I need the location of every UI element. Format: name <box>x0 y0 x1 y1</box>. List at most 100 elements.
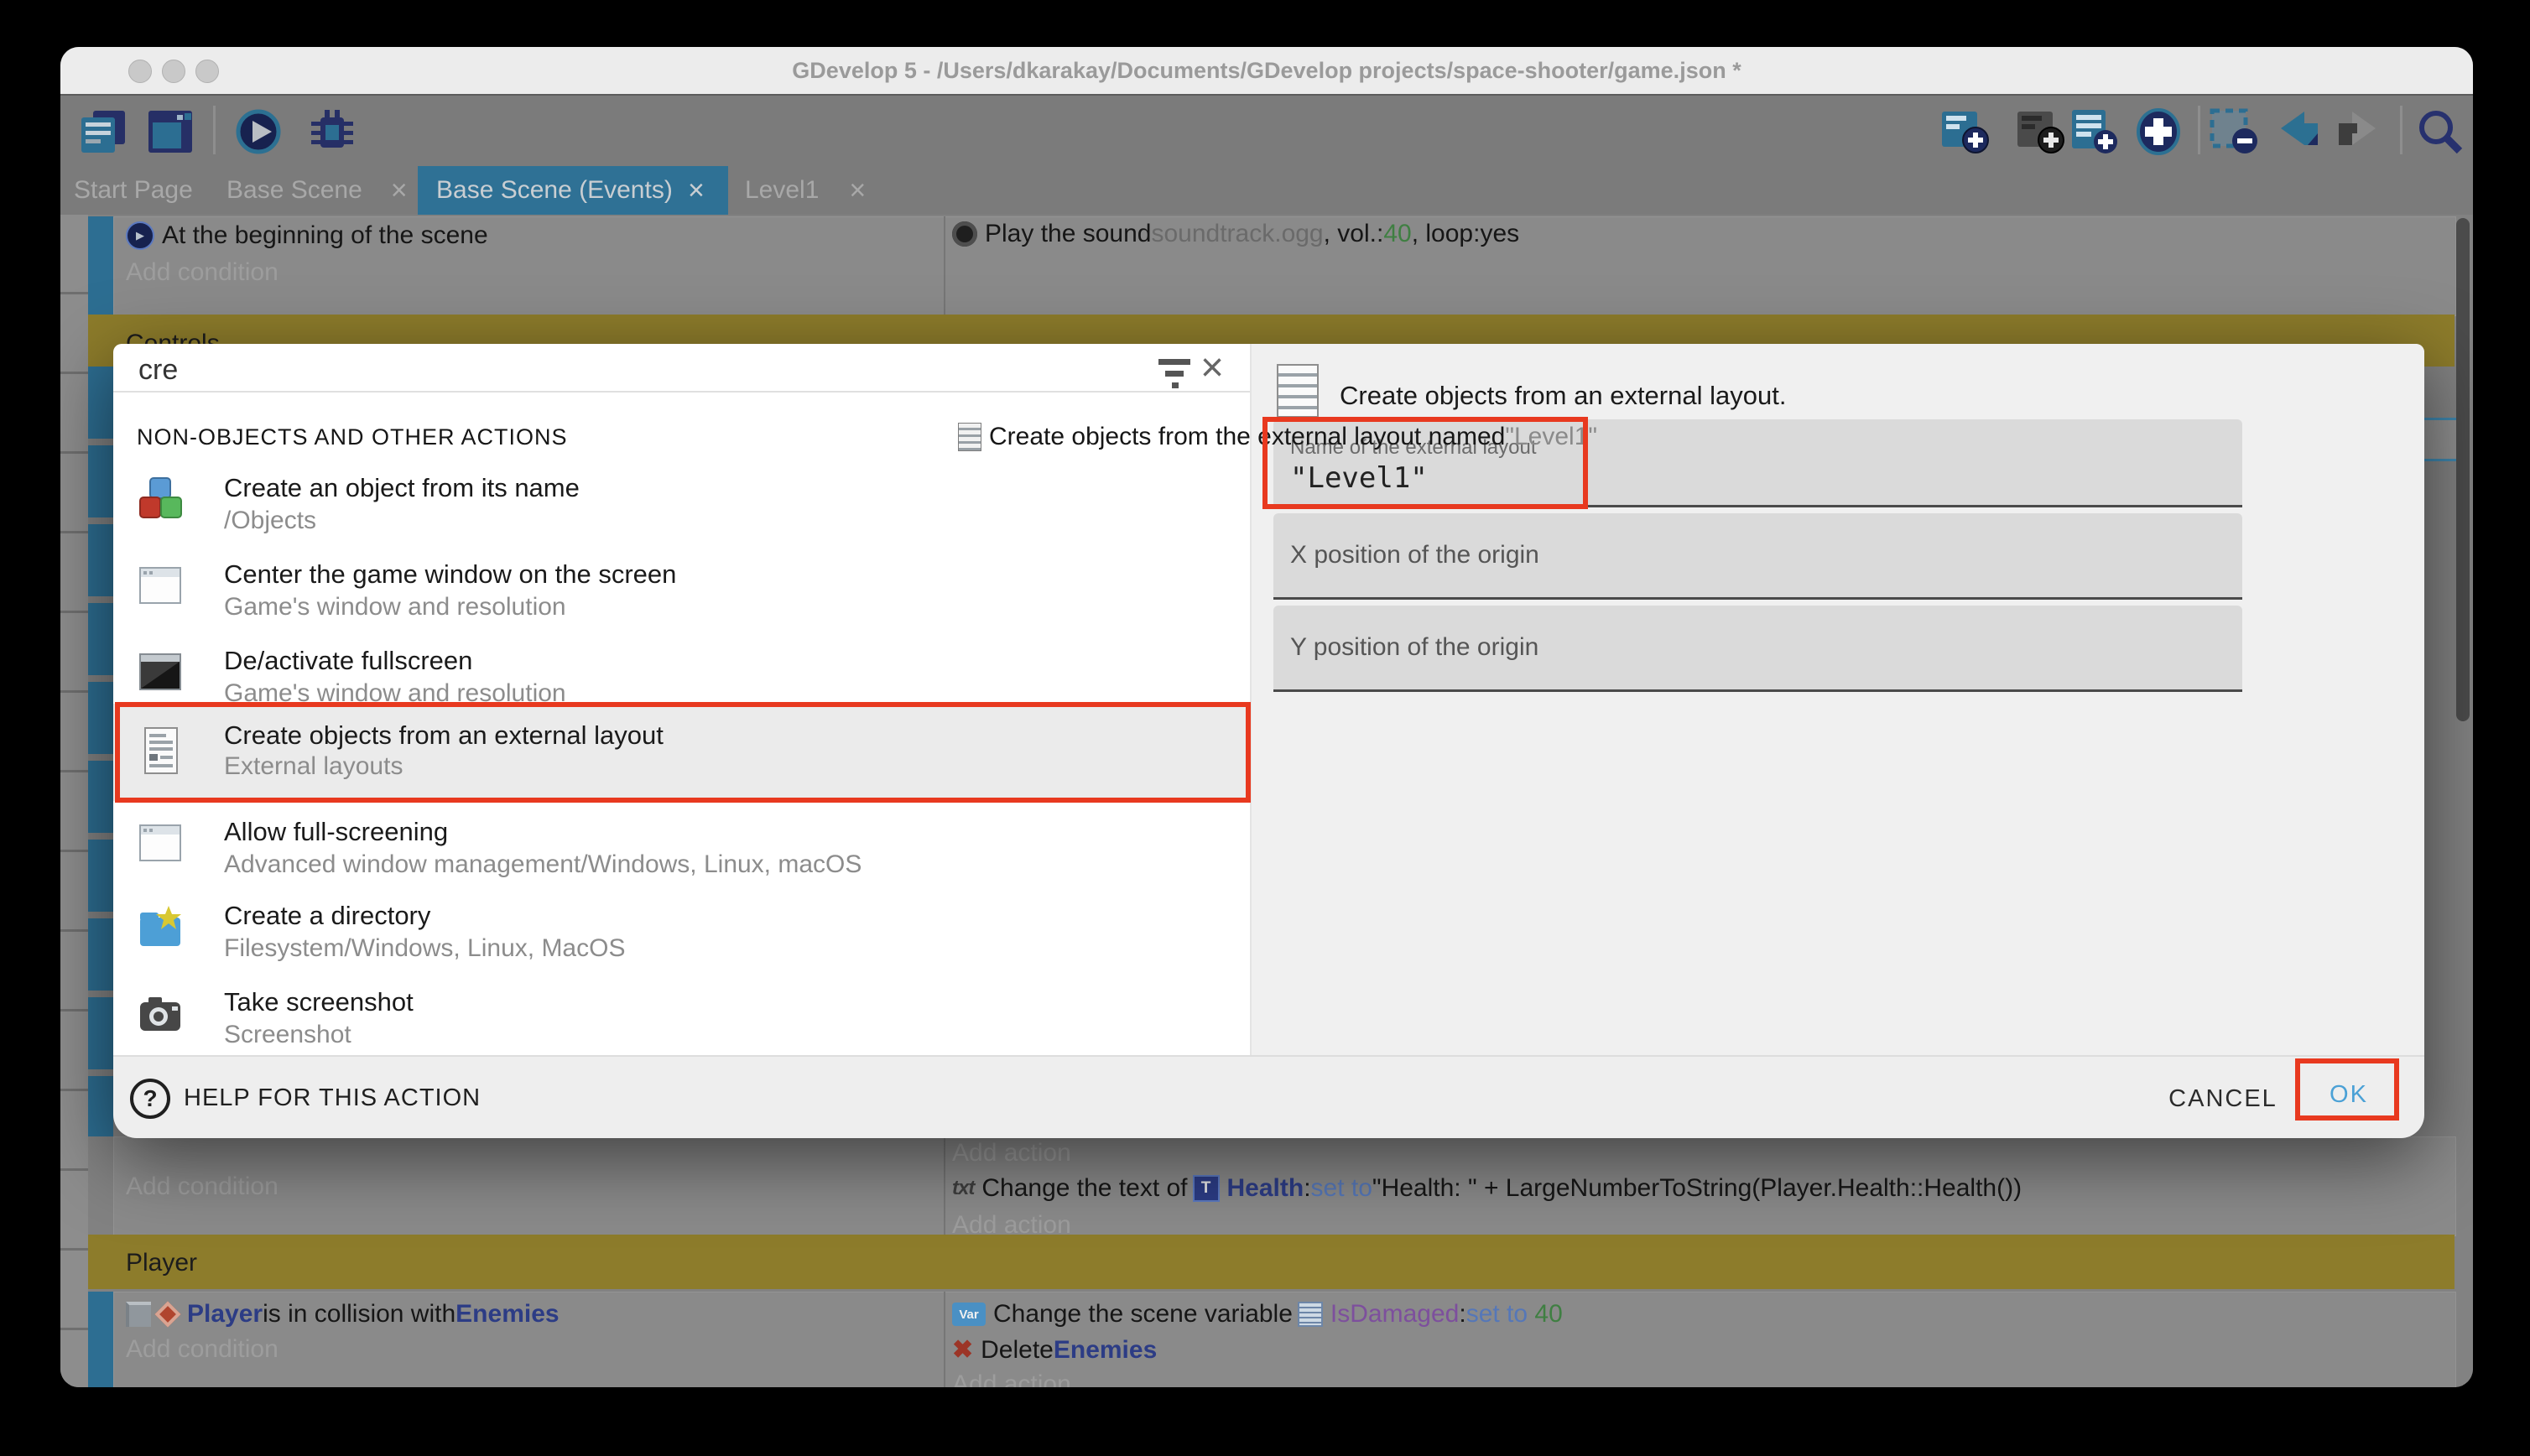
debug-icon[interactable] <box>305 107 357 156</box>
collision-mark-icon <box>154 1301 180 1327</box>
list-item-center-window[interactable]: Center the game window on the screen Gam… <box>113 548 1250 632</box>
tab-label: Start Page <box>74 176 193 204</box>
condition-action-divider <box>944 1292 945 1387</box>
tab-base-scene[interactable]: Base Scene × <box>226 166 408 215</box>
add-comment-icon[interactable] <box>2069 107 2121 156</box>
scrollbar-thumb[interactable] <box>2456 218 2470 721</box>
delete-icon: ✖ <box>952 1335 973 1365</box>
tab-close-icon[interactable]: × <box>688 166 705 215</box>
tab-close-icon[interactable]: × <box>849 166 866 215</box>
add-action-link[interactable]: Add action <box>952 1139 1071 1167</box>
field-placeholder: X position of the origin <box>1290 513 1539 597</box>
tab-level1[interactable]: Level1 × <box>745 166 866 215</box>
toolbar-separator <box>213 106 216 154</box>
fullscreen-icon <box>137 647 184 694</box>
expression-value: "Health: " + LargeNumberToString(Player.… <box>1372 1174 2022 1203</box>
add-instruction-icon[interactable] <box>2132 107 2184 156</box>
add-action-label: Add action <box>952 1139 1071 1167</box>
external-layout-icon <box>1277 364 1319 418</box>
screenshot-root: GDevelop 5 - /Users/dkarakay/Documents/G… <box>0 0 2530 1456</box>
tab-label: Level1 <box>745 166 819 215</box>
annotation-ok-button <box>2295 1058 2399 1121</box>
action-text: Delete <box>981 1336 1054 1365</box>
scene-editor-icon[interactable] <box>144 107 196 156</box>
action-text: , loop: <box>1412 220 1481 248</box>
action-title: Create objects from an external layout. <box>1340 381 1786 411</box>
play-icon[interactable] <box>232 107 284 156</box>
variable-value: 40 <box>1534 1300 1562 1329</box>
item-subtitle: Filesystem/Windows, Linux, MacOS <box>224 934 625 963</box>
add-action-link[interactable]: Add action <box>952 1370 1071 1387</box>
condition-action-divider <box>944 1136 945 1235</box>
volume-value: 40 <box>1383 220 1411 248</box>
add-subevent-icon[interactable] <box>2014 107 2066 156</box>
item-title: Take screenshot <box>224 987 414 1017</box>
delete-selection-icon[interactable] <box>2208 107 2260 156</box>
search-icon[interactable] <box>2414 107 2466 156</box>
field-placeholder: Y position of the origin <box>1290 606 1538 689</box>
cancel-button[interactable]: CANCEL <box>2160 1077 2286 1121</box>
project-manager-icon[interactable] <box>77 107 129 156</box>
item-subtitle: Game's window and resolution <box>224 593 566 621</box>
action-text: Change the scene variable <box>993 1300 1293 1329</box>
window-icon <box>137 561 184 608</box>
tab-label: Base Scene (Events) <box>436 166 673 215</box>
action-change-variable[interactable]: Var Change the scene variable IsDamaged … <box>952 1300 1563 1329</box>
loop-value: yes <box>1480 220 1519 248</box>
add-condition-link[interactable]: Add condition <box>126 1335 279 1364</box>
condition-at-beginning[interactable]: ▶ At the beginning of the scene <box>126 221 488 250</box>
events-left-margin <box>60 215 88 1387</box>
event-gutter-bar[interactable] <box>88 1292 113 1387</box>
add-event-icon[interactable] <box>1939 107 1991 156</box>
variable-name: IsDamaged <box>1330 1300 1459 1329</box>
action-delete[interactable]: ✖ Delete Enemies <box>952 1335 1157 1365</box>
camera-icon <box>137 989 184 1036</box>
undo-icon[interactable] <box>2272 107 2324 156</box>
close-icon[interactable]: × <box>1200 344 1224 393</box>
event-gutter-bar[interactable] <box>88 216 113 315</box>
add-condition-label: Add condition <box>126 258 279 287</box>
y-position-field[interactable]: Y position of the origin <box>1273 606 2242 692</box>
tab-label: Base Scene <box>226 166 362 215</box>
tab-close-icon[interactable]: × <box>391 166 408 215</box>
group-player[interactable]: Player <box>88 1235 2455 1289</box>
app-window: GDevelop 5 - /Users/dkarakay/Documents/G… <box>60 47 2473 1387</box>
object-name: Health <box>1227 1174 1304 1203</box>
window-title: GDevelop 5 - /Users/dkarakay/Documents/G… <box>60 47 2473 94</box>
action-text: Change the text of <box>981 1174 1187 1203</box>
tab-start-page[interactable]: Start Page <box>74 166 193 215</box>
item-subtitle: /Objects <box>224 507 316 535</box>
text-object-icon <box>1193 1175 1220 1202</box>
search-input[interactable] <box>137 351 895 389</box>
sound-file: soundtrack.ogg <box>1151 220 1323 248</box>
group-label: Player <box>126 1249 197 1277</box>
action-change-text[interactable]: txt Change the text of Health : set to "… <box>952 1174 2022 1203</box>
action-play-sound[interactable]: Play the sound soundtrack.ogg , vol.: 40… <box>952 220 1519 248</box>
speaker-icon <box>952 221 977 247</box>
item-title: Allow full-screening <box>224 817 448 847</box>
window-icon <box>137 819 184 866</box>
list-item-allow-fullscreen[interactable]: Allow full-screening Advanced window man… <box>113 805 1250 889</box>
tab-base-scene-events[interactable]: Base Scene (Events) × <box>418 166 728 215</box>
add-condition-link[interactable]: Add condition <box>126 258 279 287</box>
list-item-create-directory[interactable]: Create a directory Filesystem/Windows, L… <box>113 889 1250 973</box>
toolbar-separator <box>2400 106 2402 154</box>
condition-collision[interactable]: Player is in collision with Enemies <box>126 1300 560 1329</box>
x-position-field[interactable]: X position of the origin <box>1273 513 2242 600</box>
condition-action-divider <box>944 216 945 315</box>
item-subtitle: Screenshot <box>224 1021 351 1049</box>
action-text: Play the sound <box>985 220 1151 248</box>
toolbar-separator <box>2198 106 2200 154</box>
help-link[interactable]: HELP FOR THIS ACTION <box>184 1084 481 1112</box>
object-name: Enemies <box>456 1300 559 1329</box>
external-layout-icon <box>958 423 981 451</box>
list-item-take-screenshot[interactable]: Take screenshot Screenshot <box>113 975 1250 1059</box>
add-condition-link[interactable]: Add condition <box>126 1173 279 1201</box>
annotation-name-field <box>1262 417 1588 509</box>
action-text: , vol.: <box>1324 220 1384 248</box>
item-title: Create a directory <box>224 901 430 931</box>
action-text: : <box>1304 1174 1310 1203</box>
operator-text: set to <box>1466 1300 1528 1329</box>
list-item-create-object[interactable]: Create an object from its name /Objects <box>113 461 1250 545</box>
redo-icon[interactable] <box>2332 107 2384 156</box>
